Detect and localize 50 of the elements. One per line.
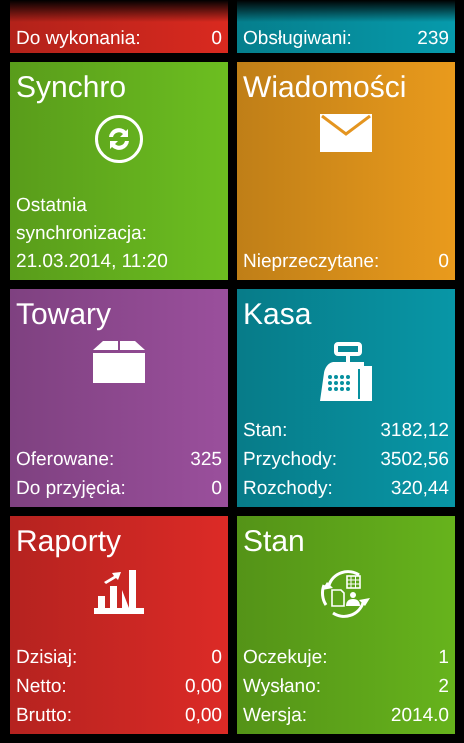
tile-title: Towary [16, 297, 112, 333]
tile-label: Ostatnia synchronizacja: [16, 194, 148, 246]
tile-label: Wersja: [243, 704, 308, 728]
tile-value: 325 [190, 448, 222, 472]
dashboard-tile[interactable]: Kasa Stan: 3182,12 Przychody: 3502,56 Rozchody: 320,44 [237, 289, 455, 507]
bar-chart-icon [94, 568, 144, 614]
tile-label: Oczekuje: [243, 646, 328, 670]
tile-label: Obsługiwani: [243, 28, 352, 50]
tile-value: 0 [438, 250, 449, 274]
tile-value: 2014.0 [390, 704, 449, 728]
tile-label: Przychody: [243, 448, 337, 472]
tile-title: Kasa [243, 297, 312, 333]
tile-label: Dzisiaj: [16, 646, 78, 670]
tile-label: Stan: [243, 419, 288, 443]
cash-register-icon [320, 341, 372, 401]
tile-value: 0 [211, 28, 222, 50]
tile-value: 320,44 [390, 477, 449, 501]
tile-value: 0 [211, 646, 222, 670]
tile-value: 0,00 [185, 675, 222, 699]
tile-label: Nieprzeczytane: [243, 250, 380, 274]
tile-value: 2 [438, 675, 449, 699]
envelope-icon [320, 114, 372, 152]
dashboard-tile[interactable]: Raporty Dzisiaj: 0 Netto: 0,00 Brutto: 0,00 [10, 516, 228, 734]
tile-label: Netto: [16, 675, 67, 699]
tile-label: Wysłano: [243, 675, 321, 699]
tile-value: 3182,12 [380, 419, 449, 443]
tile-label: Do przyjęcia: [16, 477, 126, 501]
tile-title: Raporty [16, 524, 122, 560]
tile-title: Stan [243, 524, 306, 560]
tile-value: 21.03.2014, 11:20 [16, 250, 169, 274]
tile-value: 1 [438, 646, 449, 670]
tile-value: 3502,56 [380, 448, 449, 472]
sync-icon [94, 114, 144, 164]
tile-title: Synchro [16, 70, 128, 106]
tile-title: Wiadomości [243, 70, 408, 106]
tile-label: Brutto: [16, 704, 72, 728]
sync-documents-icon [320, 568, 372, 620]
dashboard-tile[interactable]: Wiadomości Nieprzeczytane: 0 [237, 62, 455, 280]
tile-value: 239 [417, 28, 449, 50]
tile-value: 0 [211, 477, 222, 501]
dashboard-tile[interactable]: Towary Oferowane: 325 Do przyjęcia: 0 [10, 289, 228, 507]
dashboard-tile[interactable]: Synchro Ostatnia synchronizacja: 21.03.2014, 11:20 [10, 62, 228, 280]
summary-tile[interactable]: Do wykonania: 0 [10, 0, 228, 53]
summary-tile[interactable]: Obsługiwani: 239 [237, 0, 455, 53]
tile-label: Rozchody: [243, 477, 333, 501]
tile-value: 0,00 [185, 704, 222, 728]
dashboard-tile[interactable]: Stan Oczekuje: 1 Wysłano: 2 Wersja: 2014.0 [237, 516, 455, 734]
box-icon [93, 341, 145, 383]
tile-label: Do wykonania: [16, 28, 141, 50]
tile-label: Oferowane: [16, 448, 114, 472]
